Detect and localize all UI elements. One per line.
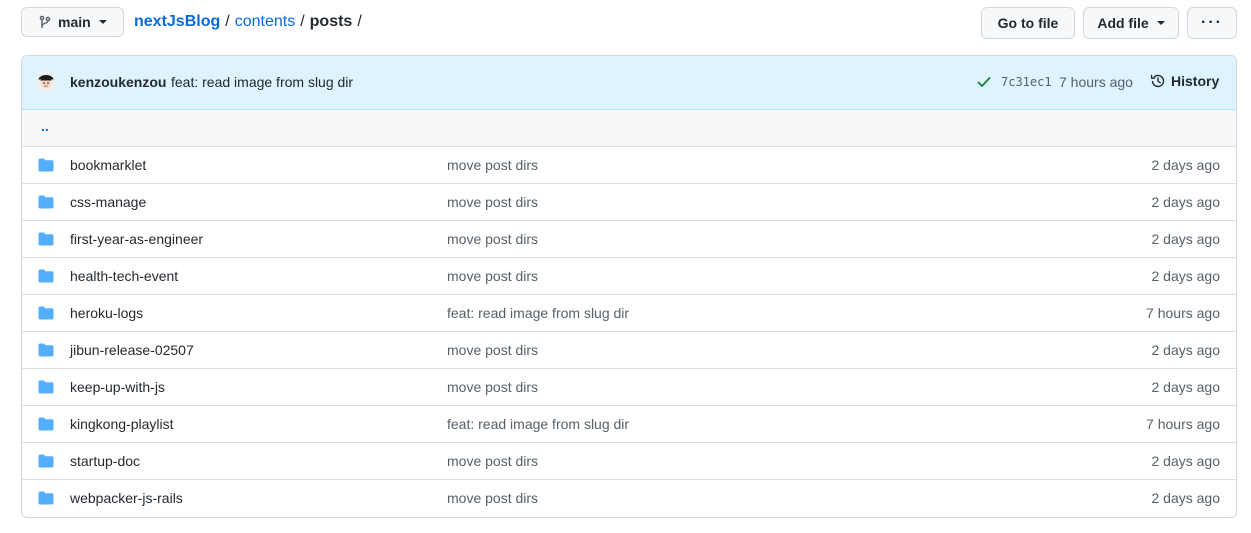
- file-commit-message-link[interactable]: move post dirs: [447, 157, 538, 173]
- file-commit-message-link[interactable]: move post dirs: [447, 490, 538, 506]
- git-branch-icon: [39, 15, 51, 28]
- top-bar: main nextJsBlog / contents / posts / Go …: [21, 7, 1237, 39]
- file-commit-message-link[interactable]: feat: read image from slug dir: [447, 305, 629, 321]
- file-commit-age: 2 days ago: [1151, 342, 1221, 358]
- add-file-button[interactable]: Add file: [1083, 7, 1179, 39]
- table-row: bookmarklet move post dirs 2 days ago: [22, 147, 1236, 184]
- folder-icon: [38, 232, 54, 246]
- parent-directory-row[interactable]: ..: [22, 110, 1236, 147]
- file-browser: kenzoukenzou feat: read image from slug …: [21, 55, 1237, 518]
- history-link[interactable]: History: [1150, 73, 1219, 89]
- file-commit-age: 2 days ago: [1151, 157, 1221, 173]
- file-commit-message-link[interactable]: move post dirs: [447, 268, 538, 284]
- breadcrumb-separator: /: [225, 13, 230, 30]
- file-name-link[interactable]: kingkong-playlist: [70, 416, 174, 432]
- breadcrumb-current: posts: [309, 13, 353, 30]
- file-commit-message-link[interactable]: move post dirs: [447, 453, 538, 469]
- table-row: health-tech-event move post dirs 2 days ag…: [22, 258, 1236, 295]
- file-commit-message-link[interactable]: move post dirs: [447, 342, 538, 358]
- file-commit-age: 2 days ago: [1151, 268, 1221, 284]
- file-commit-age: 7 hours ago: [1146, 305, 1220, 321]
- file-name-link[interactable]: startup-doc: [70, 453, 140, 469]
- avatar[interactable]: [36, 72, 56, 92]
- check-icon: [977, 77, 991, 87]
- breadcrumb-separator: /: [357, 13, 362, 30]
- table-row: first-year-as-engineer move post dirs 2 da…: [22, 221, 1236, 258]
- folder-icon: [38, 417, 54, 431]
- table-row: startup-doc move post dirs 2 days ago: [22, 443, 1236, 480]
- commit-message-link[interactable]: feat: read image from slug dir: [171, 74, 353, 90]
- file-name-link[interactable]: webpacker-js-rails: [70, 490, 183, 506]
- history-icon: [1150, 74, 1165, 88]
- file-name-link[interactable]: keep-up-with-js: [70, 379, 165, 395]
- go-to-file-button[interactable]: Go to file: [981, 7, 1075, 39]
- file-name-link[interactable]: health-tech-event: [70, 268, 178, 284]
- folder-icon: [38, 306, 54, 320]
- breadcrumb-separator: /: [300, 13, 305, 30]
- file-name-link[interactable]: css-manage: [70, 194, 146, 210]
- file-commit-age: 2 days ago: [1151, 194, 1221, 210]
- latest-commit-bar: kenzoukenzou feat: read image from slug …: [22, 56, 1236, 110]
- folder-icon: [38, 269, 54, 283]
- file-commit-age: 2 days ago: [1151, 379, 1221, 395]
- go-to-file-label: Go to file: [997, 15, 1059, 31]
- more-options-button[interactable]: ···: [1187, 7, 1237, 39]
- breadcrumb-contents-link[interactable]: contents: [235, 13, 295, 31]
- table-row: jibun-release-02507 move post dirs 2 days …: [22, 332, 1236, 369]
- breadcrumb-repo-link[interactable]: nextJsBlog: [134, 13, 220, 31]
- kebab-icon: ···: [1201, 14, 1223, 31]
- file-name-link[interactable]: bookmarklet: [70, 157, 146, 173]
- file-name-link[interactable]: first-year-as-engineer: [70, 231, 203, 247]
- commit-author-link[interactable]: kenzoukenzou: [70, 74, 166, 90]
- table-row: kingkong-playlist feat: read image from s…: [22, 406, 1236, 443]
- commit-time: 7 hours ago: [1059, 74, 1133, 90]
- file-commit-message-link[interactable]: move post dirs: [447, 231, 538, 247]
- branch-name: main: [58, 14, 91, 30]
- table-row: heroku-logs feat: read image from slug di…: [22, 295, 1236, 332]
- commit-sha-link[interactable]: 7c31ec1: [1001, 75, 1052, 89]
- branch-select-button[interactable]: main: [21, 7, 124, 37]
- file-commit-age: 2 days ago: [1151, 231, 1221, 247]
- file-commit-message-link[interactable]: feat: read image from slug dir: [447, 416, 629, 432]
- folder-icon: [38, 380, 54, 394]
- table-row: webpacker-js-rails move post dirs 2 days a…: [22, 480, 1236, 517]
- table-row: keep-up-with-js move post dirs 2 days ago: [22, 369, 1236, 406]
- file-commit-message-link[interactable]: move post dirs: [447, 379, 538, 395]
- breadcrumb: nextJsBlog / contents / posts /: [134, 7, 367, 37]
- folder-icon: [38, 195, 54, 209]
- parent-directory-link[interactable]: ..: [41, 118, 49, 134]
- file-commit-message-link[interactable]: move post dirs: [447, 194, 538, 210]
- file-commit-age: 7 hours ago: [1146, 416, 1220, 432]
- file-commit-age: 2 days ago: [1151, 490, 1221, 506]
- history-label: History: [1171, 73, 1220, 89]
- folder-icon: [38, 454, 54, 468]
- folder-icon: [38, 158, 54, 172]
- chevron-down-icon: [1156, 21, 1165, 25]
- folder-icon: [38, 343, 54, 357]
- chevron-down-icon: [98, 20, 107, 24]
- add-file-label: Add file: [1097, 15, 1149, 31]
- file-list: bookmarklet move post dirs 2 days ago css-m…: [22, 147, 1236, 517]
- folder-icon: [38, 491, 54, 505]
- file-name-link[interactable]: jibun-release-02507: [70, 342, 194, 358]
- file-name-link[interactable]: heroku-logs: [70, 305, 143, 321]
- file-commit-age: 2 days ago: [1151, 453, 1221, 469]
- table-row: css-manage move post dirs 2 days ago: [22, 184, 1236, 221]
